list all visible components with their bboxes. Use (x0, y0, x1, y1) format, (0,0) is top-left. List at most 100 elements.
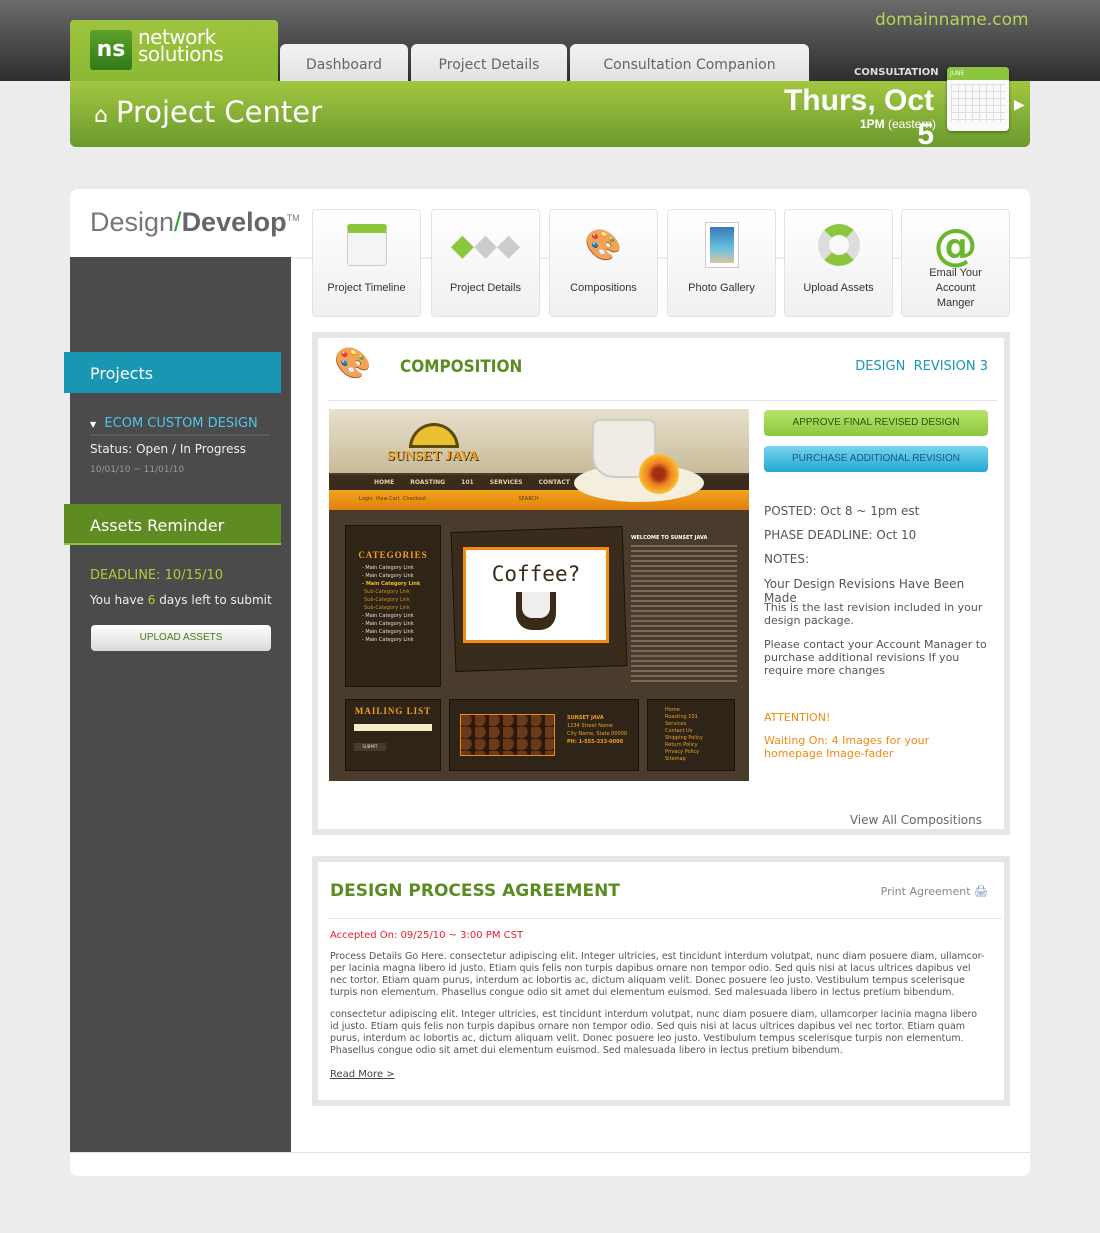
mockup-brand: SUNSET JAVA (387, 449, 479, 464)
print-agreement-link[interactable]: Print Agreement 🖨 (881, 885, 988, 898)
mockup-flower (639, 454, 679, 494)
network-solutions-logo[interactable]: ns network solutions (70, 20, 278, 82)
upload-assets-button[interactable]: UPLOAD ASSETS (91, 625, 271, 651)
mockup-footer-link: Contact Us (665, 728, 693, 734)
mockup-footer-link: Roasting 101 (665, 714, 698, 720)
project-center-bar: ⌂ Project Center Thurs, Oct 5 1PM (easter… (70, 67, 1030, 151)
note-contact-manager: Please contact your Account Manager to p… (764, 638, 987, 677)
phase-deadline: PHASE DEADLINE: Oct 10 (764, 528, 917, 542)
note-last-revision: This is the last revision included in yo… (764, 601, 983, 627)
consultation-hour: 1PM (859, 117, 885, 131)
project-link[interactable]: ▼ ECOM CUSTOM DESIGN (90, 416, 270, 436)
consultation-time: 1PM (eastern) (760, 117, 936, 131)
consultation-label: CONSULTATION (854, 67, 939, 78)
nav-card-compositions[interactable]: 🎨 Compositions (549, 209, 658, 317)
mockup-address-line: 1234 Street Name (567, 723, 613, 729)
assets-reminder-header: Assets Reminder (64, 504, 281, 545)
mockup-footer-link: Return Policy (665, 742, 698, 748)
flowchart-icon: ◆ ◆◆ (450, 227, 521, 263)
attention-label: ATTENTION! (764, 711, 831, 724)
home-icon[interactable]: ⌂ (94, 103, 108, 128)
ns-logo-mark: ns (90, 30, 132, 70)
logo-text: network solutions (138, 27, 224, 66)
sidebar: Projects ▼ ECOM CUSTOM DESIGN Status: Op… (64, 257, 291, 1152)
palette-icon: 🎨 (584, 227, 623, 263)
nav-card-upload-assets[interactable]: Upload Assets (784, 209, 893, 317)
mockup-link: Sub-Category Link (364, 589, 410, 595)
nav-card-label: Project Timeline (327, 281, 406, 294)
nav-card-project-details[interactable]: ◆ ◆◆ Project Details (431, 209, 540, 317)
mockup-link: - Main Category Link (362, 637, 414, 643)
mockup-link: Sub-Category Link (364, 597, 410, 603)
agreement-paragraph: Process Details Go Here. consectetur adi… (330, 951, 985, 998)
days-left: You have 6 days left to submit (90, 593, 272, 607)
design-revision: DESIGN REVISION 3 (855, 359, 988, 374)
approve-final-design-button[interactable]: APPROVE FINAL REVISED DESIGN (764, 410, 988, 436)
mockup-footer-link: Services (665, 721, 687, 727)
nav-card-label: Upload Assets (803, 281, 874, 294)
page-title-text: Project Center (115, 95, 323, 129)
agreement-paragraph: consectetur adipiscing elit. Integer ult… (330, 1009, 978, 1056)
caret-down-icon: ▼ (90, 420, 97, 429)
mockup-footer-link-list: Home Roasting 101 Services Contact Us Sh… (665, 707, 703, 763)
project-dates: 10/01/10 ~ 11/01/10 (90, 465, 185, 475)
domain-name[interactable]: domainname.com (875, 10, 1029, 30)
waiting-on: Waiting On: 4 Images for your homepage I… (764, 734, 930, 760)
posted-date: POSTED: Oct 8 ~ 1pm est (764, 504, 920, 518)
palette-icon: 🎨 (334, 346, 372, 381)
mockup-link: - Main Category Link (362, 573, 414, 579)
calendar-grid (951, 84, 1005, 122)
mockup-footer-link: Privacy Policy (665, 749, 700, 755)
brand-slash: / (174, 207, 182, 237)
days-prefix: You have (90, 593, 148, 607)
lifebuoy-icon (785, 210, 892, 268)
purchase-revision-button[interactable]: PURCHASE ADDITIONAL REVISION (764, 446, 988, 472)
mockup-welcome: WELCOME TO SUNSET JAVA (631, 535, 708, 541)
at-sign-icon: @ (933, 219, 978, 271)
mockup-address-line: City Name, State 00000 (567, 731, 628, 737)
tab-consultation-companion[interactable]: Consultation Companion (570, 44, 809, 81)
mockup-lorem (631, 545, 737, 685)
arrow-right-icon[interactable]: ▶ (1014, 97, 1025, 113)
main-card: Design/DevelopTM Projects ▼ ECOM CUSTOM … (64, 189, 1030, 1176)
mockup-address: SUNSET JAVA 1234 Street Name City Name, … (567, 714, 627, 746)
nav-card-photo-gallery[interactable]: Photo Gallery (667, 209, 776, 317)
nav-card-label: Project Details (450, 281, 521, 294)
view-all-compositions-link[interactable]: View All Compositions (850, 813, 982, 827)
agreement-title: DESIGN PROCESS AGREEMENT (330, 881, 620, 901)
brand-tm: TM (286, 213, 300, 223)
mockup-link: - Main Category Link (362, 613, 414, 619)
mockup-address-line: PH: 1-555-333-0000 (567, 739, 624, 745)
mockup-email-field (354, 724, 432, 731)
mockup-link: - Main Category Link (362, 621, 414, 627)
composition-title: COMPOSITION (400, 357, 523, 377)
brand-design: Design (90, 207, 175, 237)
read-more-link[interactable]: Read More > (330, 1069, 395, 1080)
nav-card-project-timeline[interactable]: Project Timeline (312, 209, 421, 317)
logo-line2: solutions (138, 42, 224, 66)
project-name: ECOM CUSTOM DESIGN (104, 416, 258, 431)
nav-card-label: Photo Gallery (688, 281, 755, 294)
calendar-icon (313, 210, 420, 268)
mockup-hero-text: Coffee? (491, 562, 581, 586)
sidebar-projects-header[interactable]: Projects (64, 352, 281, 393)
consultation-timezone: (eastern) (887, 117, 936, 131)
mockup-mailing: MAILING LIST SUBMIT (345, 699, 441, 771)
brand-develop: Develop (181, 207, 287, 237)
tab-dashboard[interactable]: Dashboard (280, 44, 408, 81)
mockup-link: - Main Category Link (362, 581, 421, 587)
composition-preview-image[interactable]: SUNSET JAVA HOME ROASTING 101 SERVICES C… (329, 409, 749, 781)
tab-project-details[interactable]: Project Details (411, 44, 567, 81)
calendar-icon[interactable]: JUNE (947, 67, 1009, 131)
composition-panel: 🎨 COMPOSITION DESIGN REVISION 3 SUNSET J… (312, 332, 1010, 835)
nav-card-email-account-manager[interactable]: @ Email Your Account Manger (901, 209, 1010, 317)
calendar-month: JUNE (947, 67, 1009, 80)
page-title: ⌂ Project Center (94, 95, 322, 129)
nav-card-label: Compositions (570, 281, 637, 294)
mockup-category-links: - Main Category Link - Main Category Lin… (346, 564, 440, 644)
mockup-beans (460, 714, 555, 756)
mockup-footer-link: Sitemap (665, 756, 686, 762)
mockup-categories: CATEGORIES - Main Category Link - Main C… (345, 525, 441, 687)
mockup-link: - Main Category Link (362, 629, 414, 635)
days-suffix: days left to submit (155, 593, 272, 607)
